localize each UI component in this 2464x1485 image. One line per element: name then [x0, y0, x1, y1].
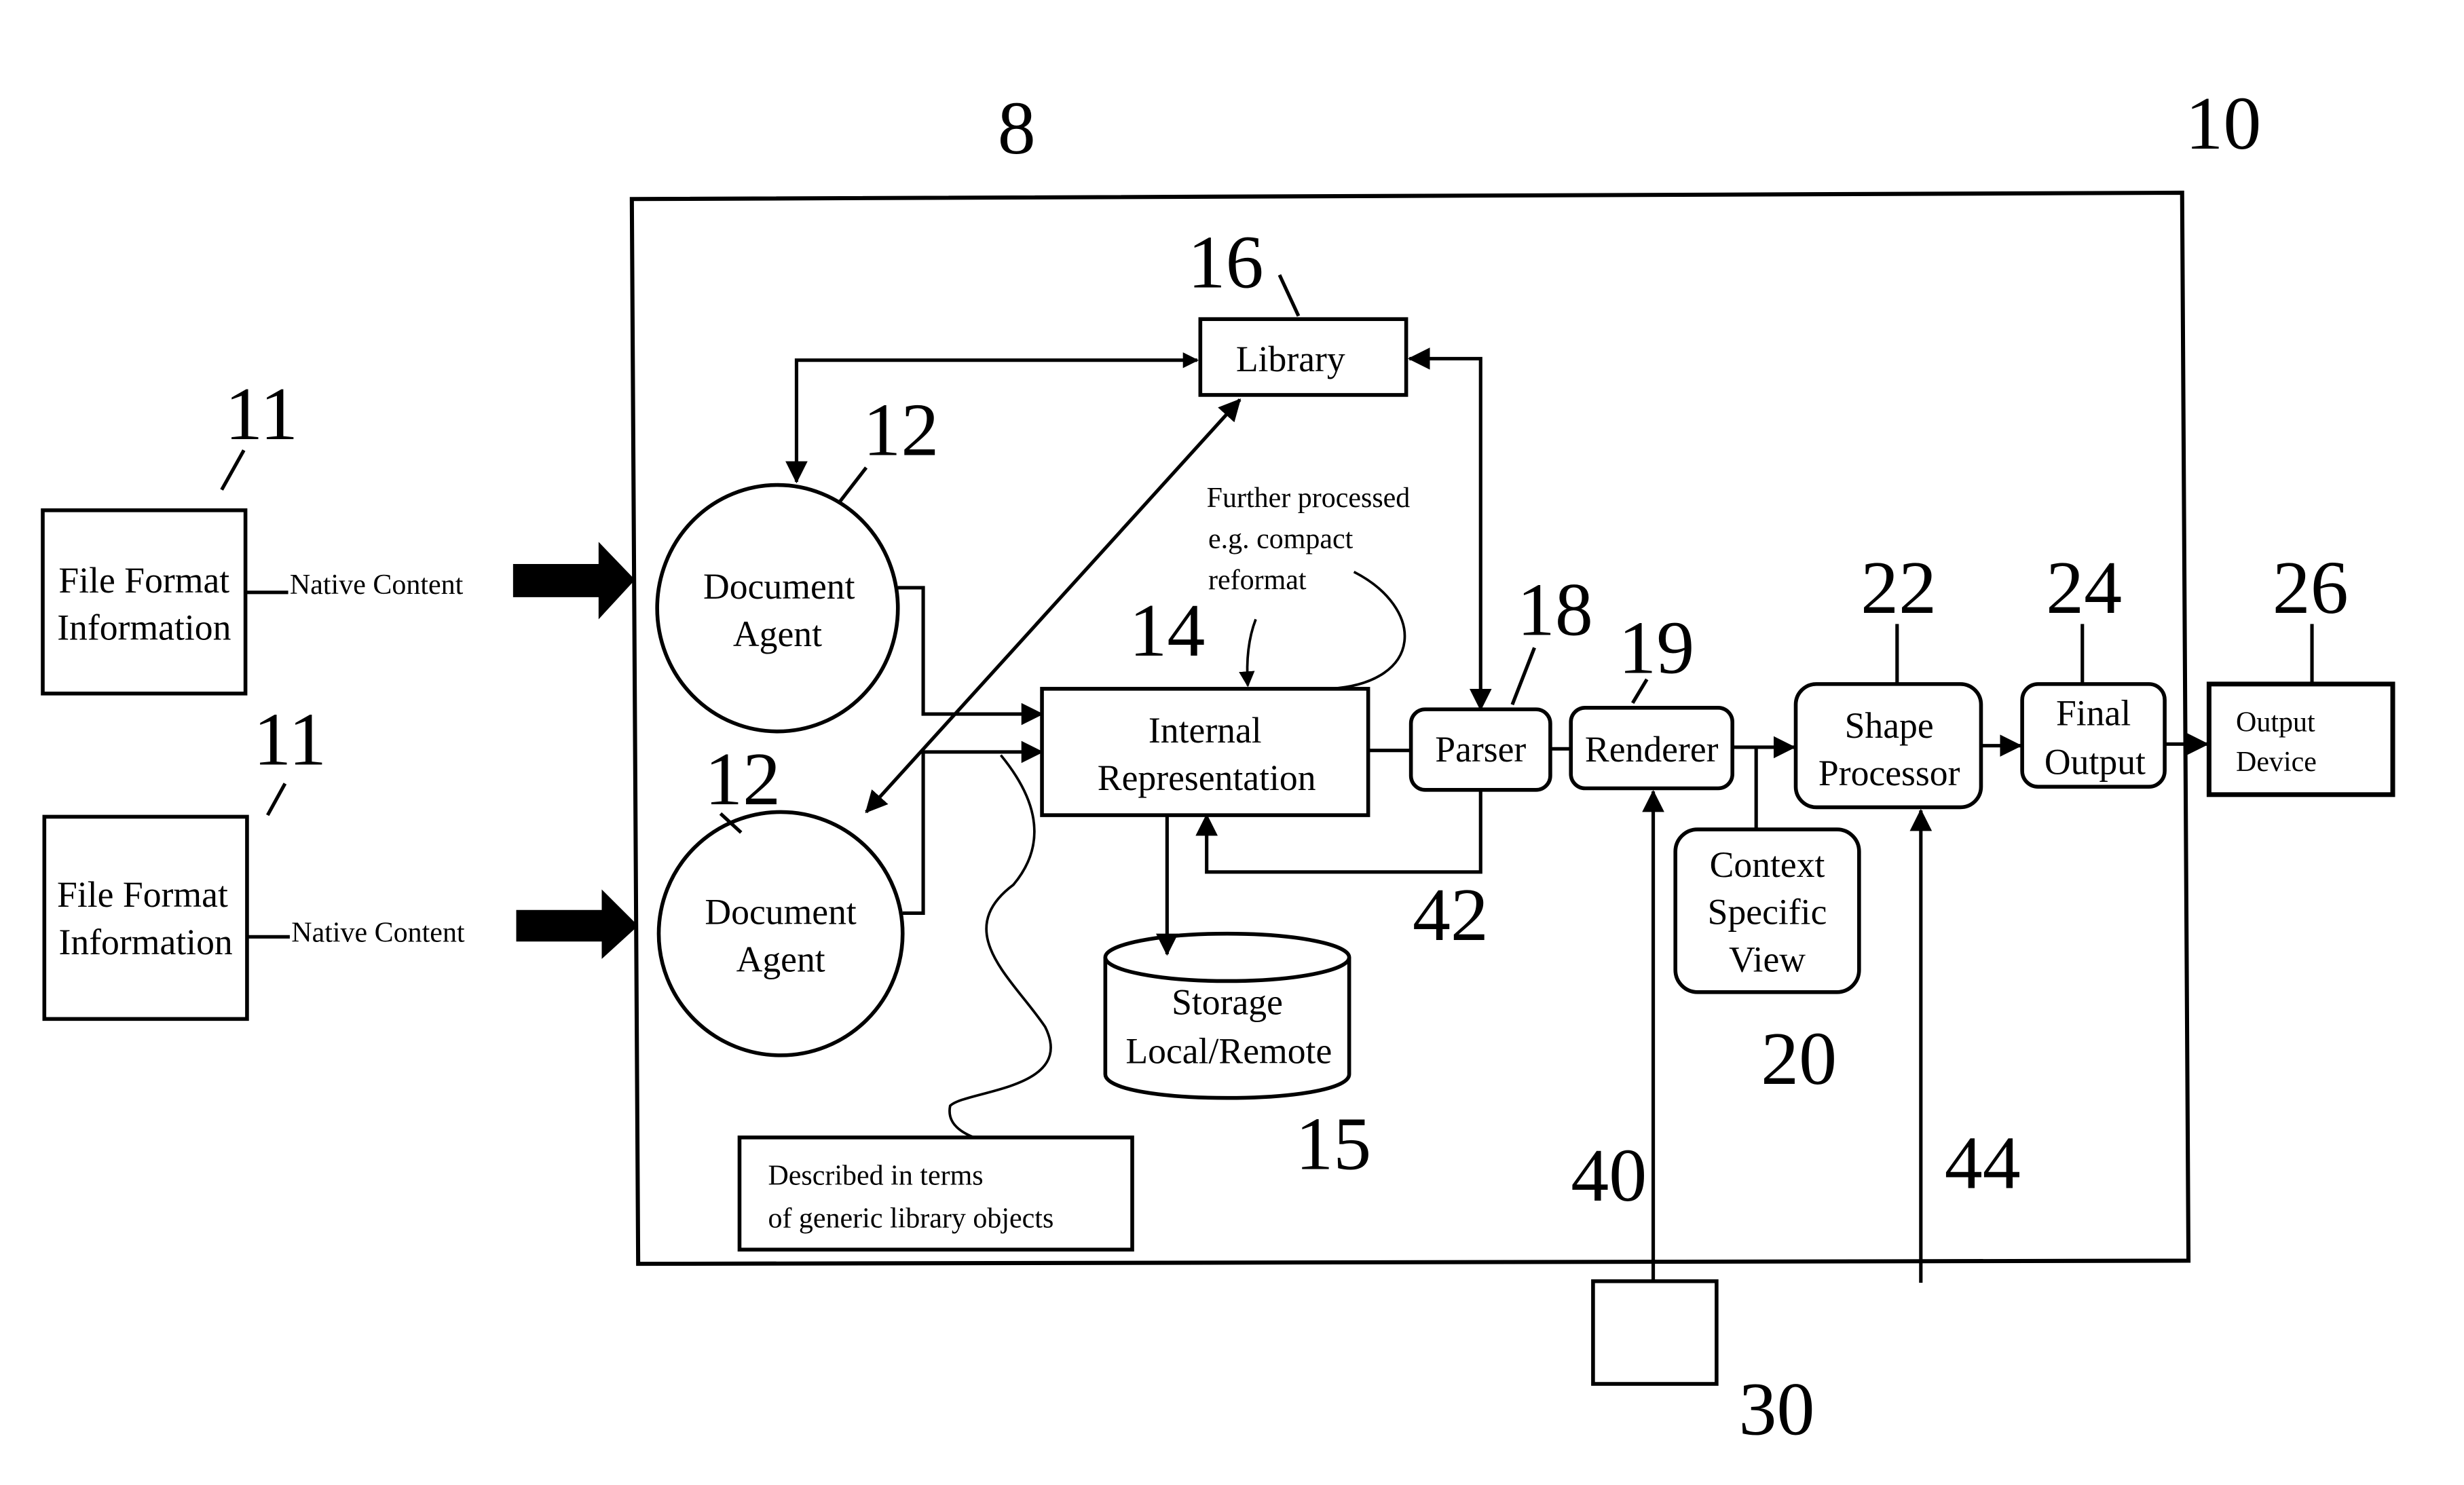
- agent-1-line2: Agent: [733, 614, 822, 654]
- ir-line1: Internal: [1149, 710, 1262, 751]
- ref-storage: 15: [1295, 1102, 1371, 1186]
- agent-2-line2: Agent: [736, 939, 825, 980]
- control-box: [1591, 1279, 1719, 1386]
- generic-objects-squiggle: [948, 754, 1052, 1139]
- ref-final-output: 24: [2046, 546, 2122, 630]
- internal-representation-box: Internal Representation: [1040, 687, 1370, 817]
- diagram-canvas: 8 10 File Format Information 11 Native C…: [41, 81, 2395, 1452]
- ref-control-box: 30: [1739, 1368, 1815, 1452]
- renderer-box: Renderer: [1569, 705, 1734, 791]
- output-device-box: Output Device: [2206, 681, 2395, 797]
- library-agent1-link: [785, 352, 1199, 484]
- native-content-label-2: Native Content: [291, 917, 465, 948]
- ref-renderer-input: 40: [1571, 1133, 1647, 1218]
- context-specific-view-box: Context Specific View: [1673, 827, 1861, 994]
- further-processed-line1: Further processed: [1207, 483, 1411, 514]
- final-output-box: Final Output: [2020, 682, 2167, 789]
- shape-processor-line1: Shape: [1845, 705, 1934, 746]
- file-format-box-2: File Format Information: [42, 814, 249, 1021]
- ref-context-view: 20: [1761, 1017, 1837, 1101]
- ref-input-2: 11: [253, 698, 326, 782]
- shape-processor-box: Shape Processor: [1793, 682, 1983, 810]
- native-content-label-1: Native Content: [290, 569, 464, 601]
- ref-parser: 18: [1517, 568, 1593, 652]
- output-device-line1: Output: [2236, 707, 2315, 738]
- ref-shape-processor: 22: [1861, 546, 1937, 630]
- ref-frame: 10: [2185, 81, 2261, 166]
- renderer-label: Renderer: [1585, 729, 1719, 770]
- ref-parser-feedback: 42: [1413, 873, 1489, 957]
- ref-system: 8: [998, 86, 1036, 170]
- agent-1-line1: Document: [703, 566, 855, 607]
- document-agent-1: Document Agent: [655, 483, 900, 734]
- final-output-line1: Final: [2056, 692, 2131, 733]
- ref-internal-rep: 14: [1129, 588, 1205, 673]
- further-processed-loop: [1330, 570, 1406, 690]
- generic-note-line2: of generic library objects: [768, 1203, 1053, 1235]
- file-format-1-line2: Information: [57, 607, 231, 648]
- library-parser-link: [1407, 347, 1492, 711]
- agent-2-line1: Document: [705, 892, 857, 933]
- storage-line1: Storage: [1172, 981, 1283, 1022]
- agent2-to-ir: [902, 740, 1044, 915]
- context-view-line2: Specific: [1708, 892, 1827, 933]
- shape-processor-line2: Processor: [1818, 753, 1960, 793]
- ref-library: 16: [1188, 221, 1264, 305]
- file-format-2-line2: Information: [59, 922, 233, 962]
- file-format-2-line1: File Format: [57, 874, 228, 915]
- ir-line2: Representation: [1098, 757, 1316, 798]
- ref-input-1: 11: [225, 372, 298, 456]
- storage-line2: Local/Remote: [1125, 1031, 1332, 1072]
- native-content-arrow-2: [516, 889, 639, 959]
- ref-agent-1: 12: [863, 388, 939, 472]
- ref-output-device: 26: [2273, 546, 2349, 630]
- further-processed-line3: reformat: [1208, 565, 1307, 596]
- ref-agent-2: 12: [705, 737, 781, 821]
- document-agent-2: Document Agent: [656, 810, 905, 1057]
- ref-shape-input: 44: [1945, 1121, 2021, 1205]
- parser-box: Parser: [1408, 707, 1552, 792]
- native-content-arrow-1: [512, 542, 635, 620]
- file-format-box-1: File Format Information: [41, 508, 248, 696]
- generic-objects-note: Described in terms of generic library ob…: [737, 1135, 1134, 1252]
- further-processed-line2: e.g. compact: [1208, 524, 1354, 555]
- generic-note-line1: Described in terms: [768, 1161, 983, 1192]
- context-view-line1: Context: [1710, 844, 1825, 885]
- parser-label: Parser: [1435, 729, 1526, 770]
- context-view-line3: View: [1729, 939, 1806, 980]
- library-box: Library: [1198, 317, 1408, 397]
- storage-cylinder: Storage Local/Remote: [1103, 931, 1351, 1100]
- file-format-1-line1: File Format: [58, 560, 229, 601]
- output-device-line2: Device: [2236, 747, 2317, 778]
- further-processed-arrow: [1239, 618, 1257, 688]
- ref-renderer: 19: [1618, 606, 1694, 690]
- library-label: Library: [1236, 339, 1345, 379]
- final-output-line2: Output: [2045, 742, 2146, 783]
